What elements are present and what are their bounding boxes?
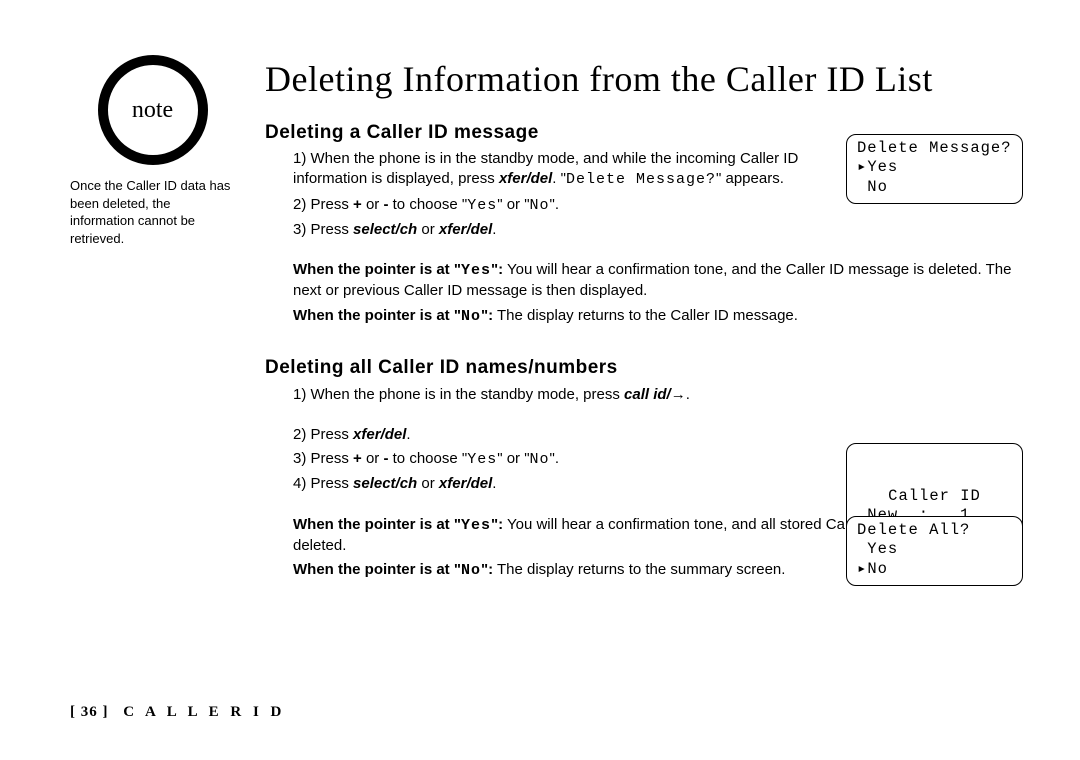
text: or: [362, 196, 384, 213]
text: or: [417, 221, 439, 238]
key-select-ch: select/ch: [353, 475, 417, 492]
lcd-line: Caller ID: [857, 487, 1012, 506]
key-call-id: call id/→: [624, 386, 686, 403]
note-badge-label: note: [132, 94, 173, 126]
text: " appears.: [716, 170, 784, 187]
a-step-3: 3) Press select/ch or xfer/del.: [293, 220, 1015, 240]
text: .: [686, 386, 690, 403]
lcd-text: Yes: [467, 197, 497, 214]
lcd-text: Yes: [461, 517, 491, 534]
text: When the pointer is at ": [293, 516, 461, 533]
page-number: [ 36 ]: [70, 704, 109, 720]
text: " or ": [497, 450, 529, 467]
text: ".: [550, 196, 560, 213]
a-step-1: 1) When the phone is in the standby mode…: [293, 149, 843, 191]
text: or: [417, 475, 439, 492]
lcd-text: Delete Message?: [566, 171, 716, 188]
text: When the pointer is at ": [293, 307, 461, 324]
key-plus: +: [353, 196, 362, 213]
text: ":: [491, 261, 503, 278]
text: 3) Press: [293, 221, 353, 238]
text: . ": [552, 170, 566, 187]
lcd-text: No: [530, 451, 550, 468]
lcd-text: No: [461, 562, 481, 579]
lcd-delete-message: Delete Message? ▸Yes No: [846, 134, 1023, 204]
text: ".: [550, 450, 560, 467]
lcd-text: Yes: [461, 262, 491, 279]
text: .: [492, 221, 496, 238]
text: 4) Press: [293, 475, 353, 492]
text: When the pointer is at ": [293, 261, 461, 278]
text: When the pointer is at ": [293, 561, 461, 578]
text: " or ": [497, 196, 529, 213]
text: 1) When the phone is in the standby mode…: [293, 386, 624, 403]
note-text: Once the Caller ID data has been deleted…: [70, 177, 235, 247]
text: ":: [491, 516, 503, 533]
text: 3) Press: [293, 450, 353, 467]
key-plus: +: [353, 450, 362, 467]
key-xfer-del: xfer/del: [439, 221, 492, 238]
text: The display returns to the Caller ID mes…: [493, 307, 798, 324]
page-title: Deleting Information from the Caller ID …: [265, 55, 1015, 104]
note-badge: note: [98, 55, 208, 165]
a-result-no: When the pointer is at "No": The display…: [293, 306, 1015, 327]
page-footer: [ 36 ] C A L L E R I D: [70, 702, 285, 722]
text: ":: [481, 561, 493, 578]
text: to choose ": [388, 450, 467, 467]
text: .: [406, 426, 410, 443]
key-xfer-del: xfer/del: [499, 170, 552, 187]
key-xfer-del: xfer/del: [353, 426, 406, 443]
section-label: C A L L E R I D: [115, 704, 285, 720]
lcd-text: No: [530, 197, 550, 214]
key-select-ch: select/ch: [353, 221, 417, 238]
text: to choose ": [388, 196, 467, 213]
lcd-text: No: [461, 308, 481, 325]
text: .: [492, 475, 496, 492]
text: or: [362, 450, 384, 467]
text: 2) Press: [293, 196, 353, 213]
a-result-yes: When the pointer is at "Yes": You will h…: [293, 260, 1015, 302]
text: ":: [481, 307, 493, 324]
lcd-delete-all: Delete All? Yes ▸No: [846, 516, 1023, 586]
text: The display returns to the summary scree…: [493, 561, 785, 578]
key-xfer-del: xfer/del: [439, 475, 492, 492]
note-column: note Once the Caller ID data has been de…: [70, 55, 235, 247]
section-heading-delete-all: Deleting all Caller ID names/numbers: [265, 355, 1015, 381]
manual-page: note Once the Caller ID data has been de…: [0, 0, 1080, 760]
b-step-1: 1) When the phone is in the standby mode…: [293, 385, 1015, 405]
text: 2) Press: [293, 426, 353, 443]
lcd-text: Yes: [467, 451, 497, 468]
